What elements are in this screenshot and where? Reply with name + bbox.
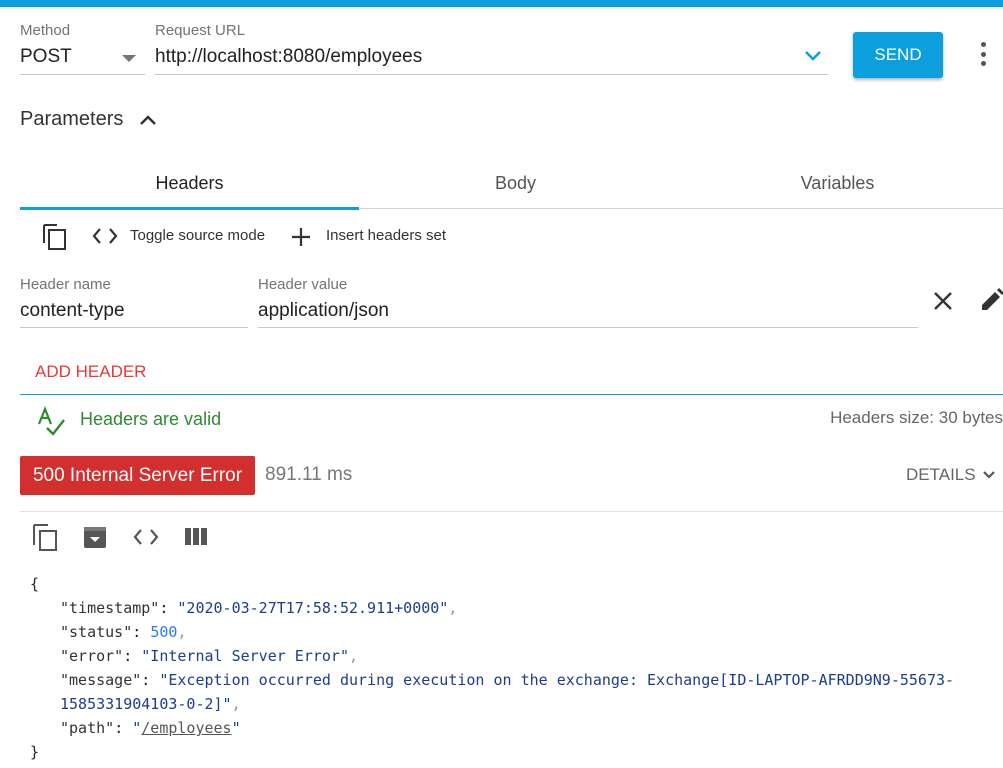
- json-open-brace: {: [30, 575, 40, 593]
- json-string-value: "Internal Server Error": [141, 647, 349, 665]
- json-number-value: 500: [150, 623, 178, 641]
- response-divider: [20, 511, 1003, 512]
- remove-header-close-icon[interactable]: [932, 290, 954, 312]
- code-toggle-icon[interactable]: [91, 226, 119, 246]
- collapse-parameters-chevron-icon[interactable]: [138, 112, 158, 128]
- json-key: "message": [60, 671, 142, 689]
- json-string-value: "2020-03-27T17:58:52.911+0000": [177, 599, 449, 617]
- json-key: "path": [60, 719, 115, 737]
- header-name-underline: [20, 327, 248, 328]
- json-path-link[interactable]: /employees: [141, 719, 231, 737]
- tab-variables[interactable]: Variables: [672, 158, 1003, 208]
- headers-section-divider: [20, 394, 1003, 395]
- response-time: 891.11 ms: [265, 464, 353, 485]
- more-options-icon[interactable]: [974, 40, 992, 68]
- save-archive-icon[interactable]: [82, 524, 108, 550]
- json-line-timestamp: "timestamp": "2020-03-27T17:58:52.911+00…: [60, 599, 458, 617]
- method-dropdown-icon[interactable]: [122, 55, 136, 62]
- method-label: Method: [20, 22, 71, 39]
- header-name-input[interactable]: content-type: [20, 300, 125, 322]
- send-button[interactable]: SEND: [853, 32, 943, 78]
- json-line-status: "status": 500,: [60, 623, 187, 641]
- active-tab-indicator: [20, 207, 359, 210]
- method-select[interactable]: POST: [20, 46, 72, 68]
- details-toggle[interactable]: DETAILS: [906, 465, 996, 485]
- url-history-chevron-icon[interactable]: [803, 49, 823, 63]
- add-header-button[interactable]: ADD HEADER: [20, 356, 161, 388]
- copy-headers-icon[interactable]: [40, 221, 68, 251]
- response-json-body: { "timestamp": "2020-03-27T17:58:52.911+0…: [30, 572, 954, 764]
- toggle-source-mode-button[interactable]: Toggle source mode: [130, 227, 265, 244]
- header-value-input[interactable]: application/json: [258, 300, 389, 322]
- tab-headers[interactable]: Headers: [20, 158, 359, 208]
- url-underline: [155, 74, 828, 75]
- tab-body[interactable]: Body: [359, 158, 672, 208]
- json-line-path: "path": "/employees": [60, 719, 241, 737]
- json-line-message-cont: 1585331904103-0-2]",: [60, 695, 241, 713]
- json-key: "timestamp": [60, 599, 160, 617]
- json-key: "status": [60, 623, 133, 641]
- parameters-title: Parameters: [20, 108, 124, 130]
- insert-headers-set-button[interactable]: Insert headers set: [326, 227, 446, 244]
- json-key: "error": [60, 647, 124, 665]
- json-line-message: "message": "Exception occurred during ex…: [60, 671, 955, 689]
- column-view-icon[interactable]: [184, 527, 208, 546]
- details-label: DETAILS: [906, 465, 976, 484]
- url-input[interactable]: http://localhost:8080/employees: [155, 46, 422, 68]
- top-accent-bar: [0, 0, 1003, 7]
- spellcheck-valid-icon: [37, 406, 65, 436]
- plus-icon[interactable]: [290, 226, 312, 248]
- json-close-brace: }: [30, 743, 40, 761]
- header-value-label: Header value: [258, 276, 348, 293]
- headers-size-text: Headers size: 30 bytes: [830, 408, 1003, 427]
- headers-valid-text: Headers are valid: [80, 409, 222, 429]
- status-badge: 500 Internal Server Error: [20, 456, 255, 495]
- copy-response-icon[interactable]: [30, 521, 60, 553]
- method-underline: [20, 74, 145, 75]
- edit-header-pencil-icon[interactable]: [979, 287, 1003, 313]
- json-string-value: 1585331904103-0-2]": [60, 695, 232, 713]
- json-string-value: "Exception occurred during execution on …: [159, 671, 955, 689]
- json-line-error: "error": "Internal Server Error",: [60, 647, 359, 665]
- header-value-underline: [258, 327, 918, 328]
- header-name-label: Header name: [20, 276, 111, 293]
- code-view-icon[interactable]: [132, 527, 160, 547]
- chevron-down-icon: [982, 471, 995, 479]
- url-label: Request URL: [155, 22, 246, 39]
